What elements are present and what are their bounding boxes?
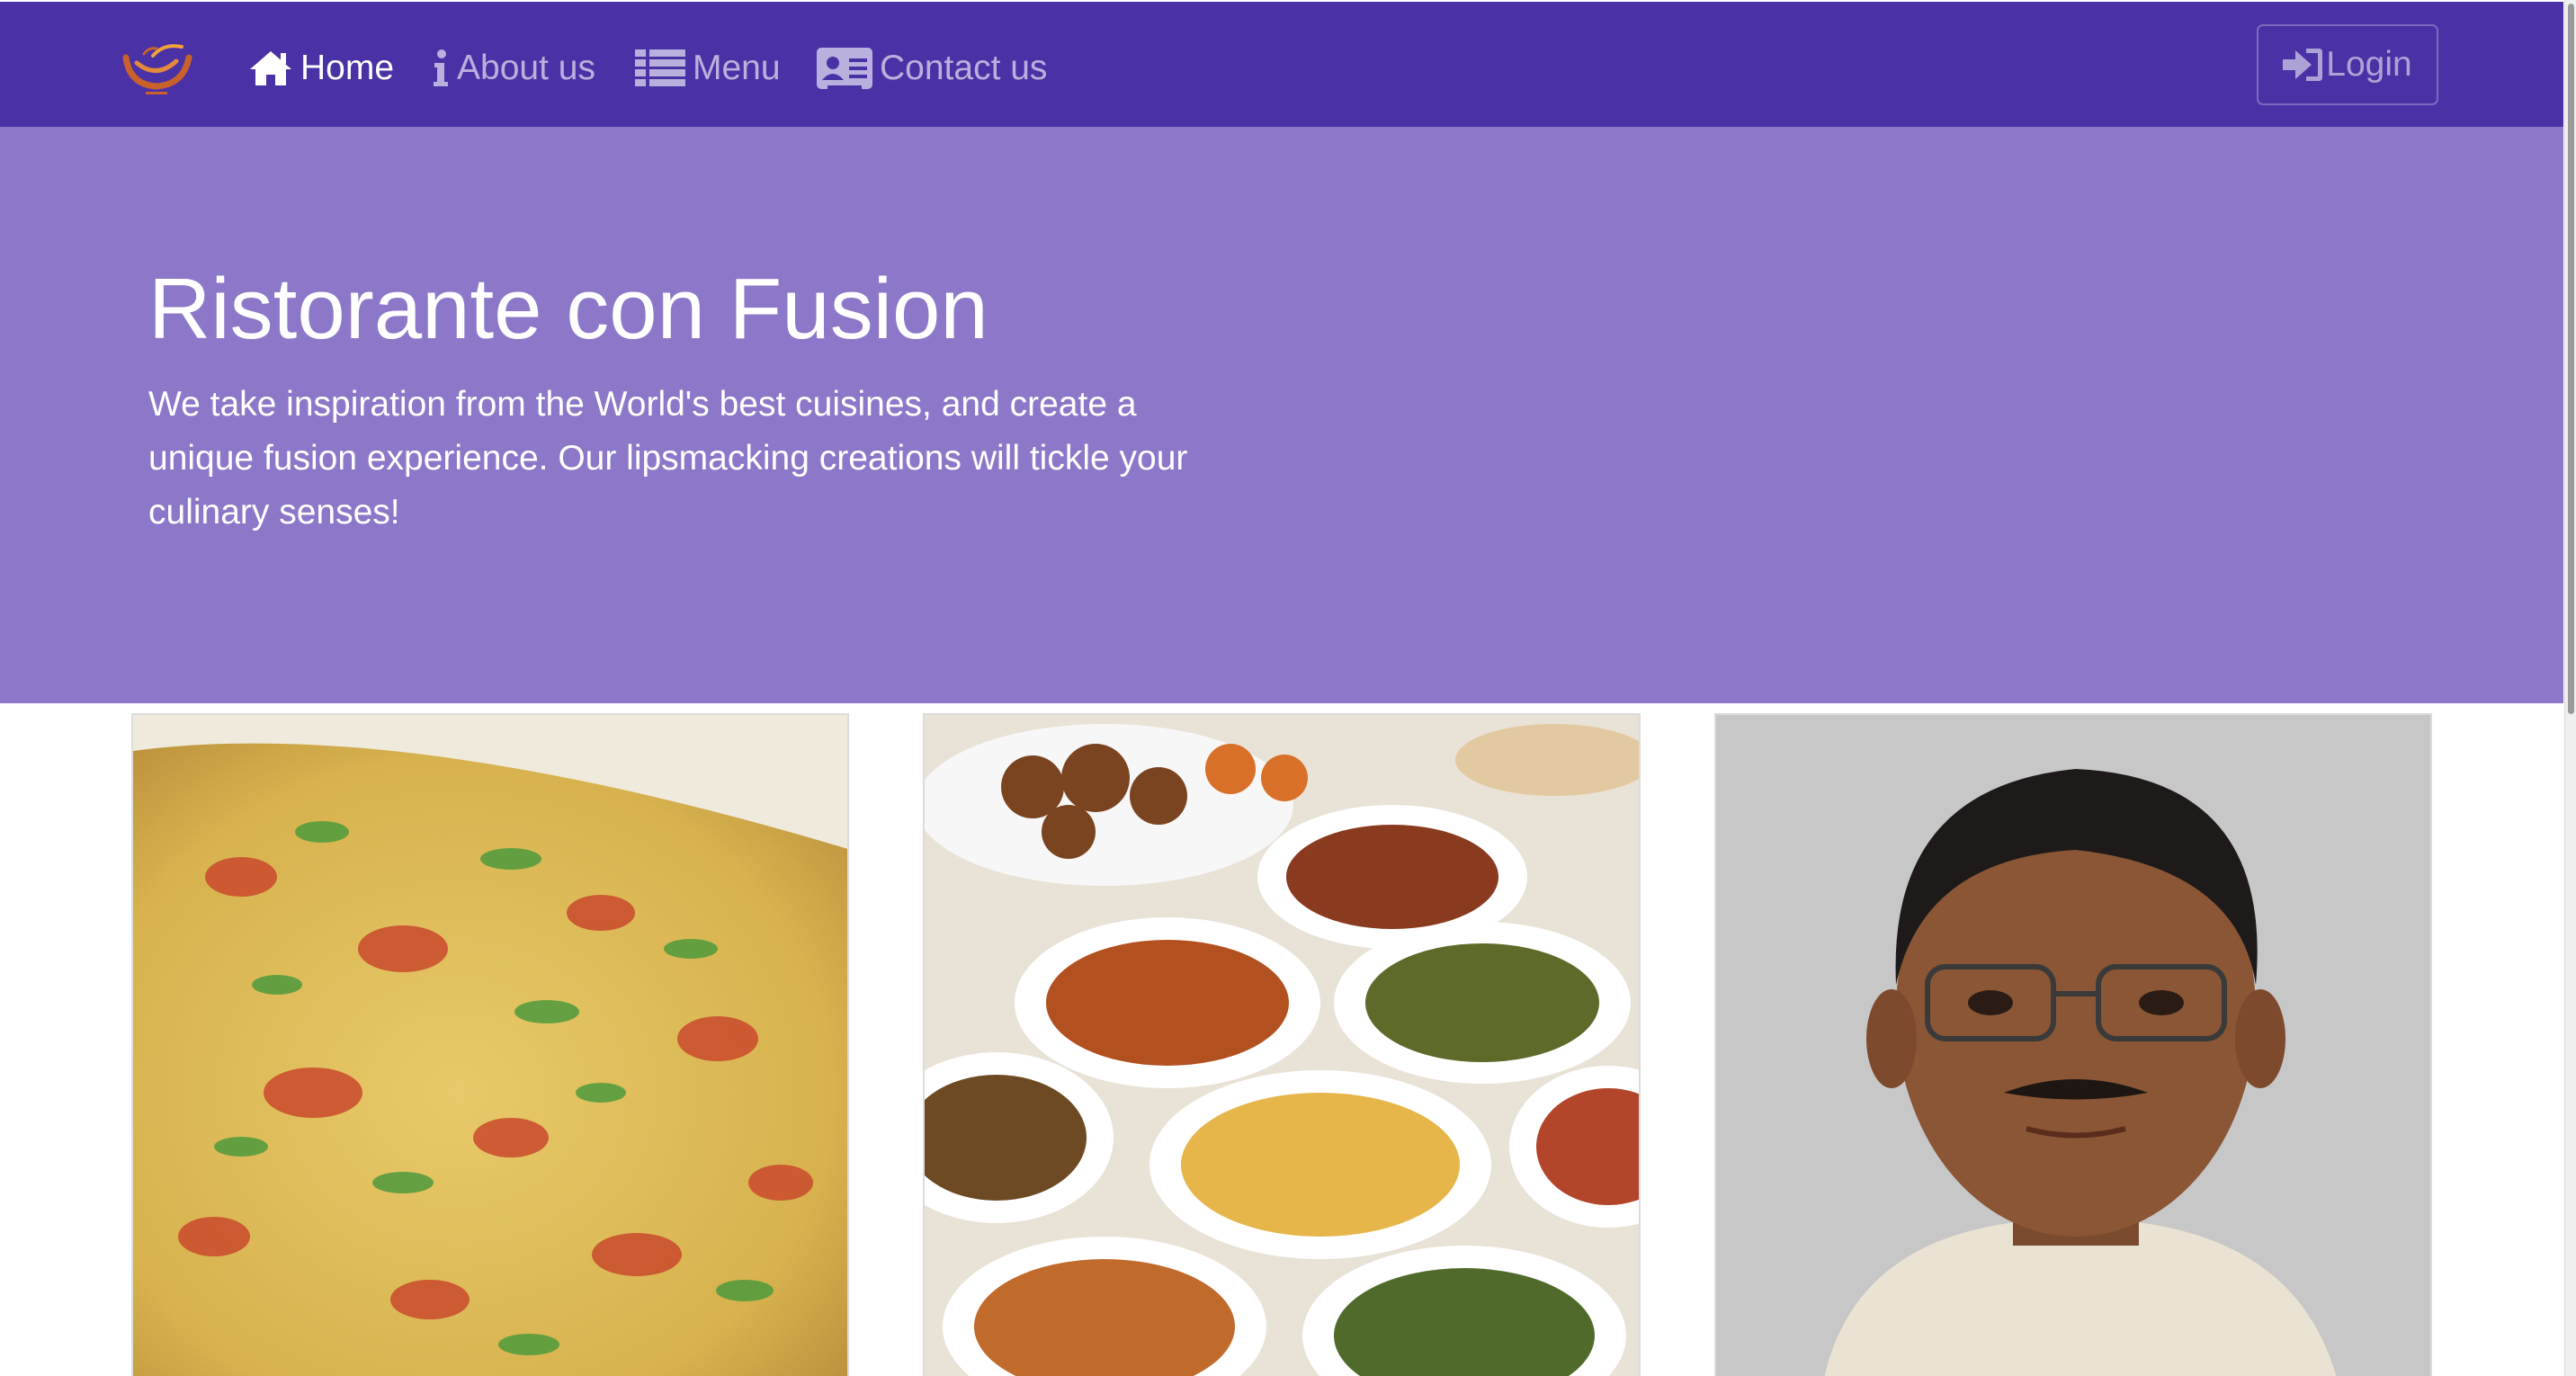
- nav-about-us[interactable]: About us: [432, 41, 595, 95]
- login-button[interactable]: Login: [2257, 24, 2438, 105]
- info-icon: [432, 49, 450, 87]
- address-card-icon: [817, 48, 872, 89]
- navbar: Home About us Menu Contact us Login: [0, 2, 2563, 127]
- restaurant-logo[interactable]: [117, 40, 196, 99]
- nav-contact-us-label: Contact us: [880, 49, 1048, 87]
- card-dishes[interactable]: [923, 713, 1641, 1376]
- nav-about-us-label: About us: [457, 49, 595, 87]
- home-icon: [248, 49, 293, 87]
- card-chef[interactable]: [1714, 713, 2432, 1376]
- dishes-image: [925, 715, 1639, 1376]
- sign-in-icon: [2283, 47, 2326, 83]
- nav-menu[interactable]: Menu: [635, 41, 781, 95]
- list-icon: [635, 49, 685, 87]
- scrollbar-thumb[interactable]: [2568, 4, 2574, 714]
- nav-home-label: Home: [300, 49, 395, 87]
- restaurant-description: We take inspiration from the World's bes…: [148, 385, 1188, 532]
- card-pizza[interactable]: [131, 713, 849, 1376]
- nav-home[interactable]: Home: [248, 41, 394, 95]
- login-button-label: Login: [2326, 45, 2412, 84]
- chef-photo: [1716, 715, 2430, 1376]
- restaurant-title: Ristorante con Fusion: [148, 261, 988, 357]
- vertical-scrollbar[interactable]: [2564, 0, 2576, 1376]
- nav-menu-label: Menu: [693, 49, 781, 87]
- nav-contact-us[interactable]: Contact us: [817, 41, 1047, 95]
- pizza-image: [133, 715, 847, 1376]
- jumbotron: Ristorante con Fusion We take inspiratio…: [0, 127, 2563, 703]
